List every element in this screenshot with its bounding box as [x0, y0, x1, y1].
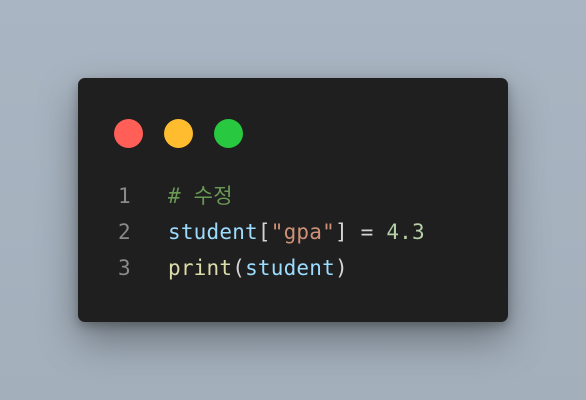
code-variable: student — [168, 220, 258, 244]
code-number: 4.3 — [386, 220, 425, 244]
code-punctuation: ] — [334, 220, 348, 244]
line-number: 3 — [118, 256, 131, 280]
maximize-button[interactable] — [214, 119, 243, 148]
close-button[interactable] — [114, 119, 143, 148]
code-punctuation: [ — [257, 220, 271, 244]
code-punctuation: ) — [334, 256, 348, 280]
line-number: 2 — [118, 220, 131, 244]
code-punctuation: ( — [232, 256, 246, 280]
code-line: 3 print(student) — [118, 250, 425, 286]
code-line: 2 student["gpa"] = 4.3 — [118, 214, 425, 250]
code-line: 1 # 수정 — [118, 178, 425, 214]
code-comment: # 수정 — [168, 184, 233, 208]
code-string: "gpa" — [270, 220, 335, 244]
code-function: print — [168, 256, 233, 280]
code-operator: = — [347, 220, 387, 244]
minimize-button[interactable] — [164, 119, 193, 148]
code-window: 1 # 수정 2 student["gpa"] = 4.3 3 print(st… — [78, 78, 508, 322]
window-controls — [114, 119, 243, 148]
line-number: 1 — [118, 184, 131, 208]
code-variable: student — [245, 256, 335, 280]
code-block: 1 # 수정 2 student["gpa"] = 4.3 3 print(st… — [118, 178, 425, 286]
